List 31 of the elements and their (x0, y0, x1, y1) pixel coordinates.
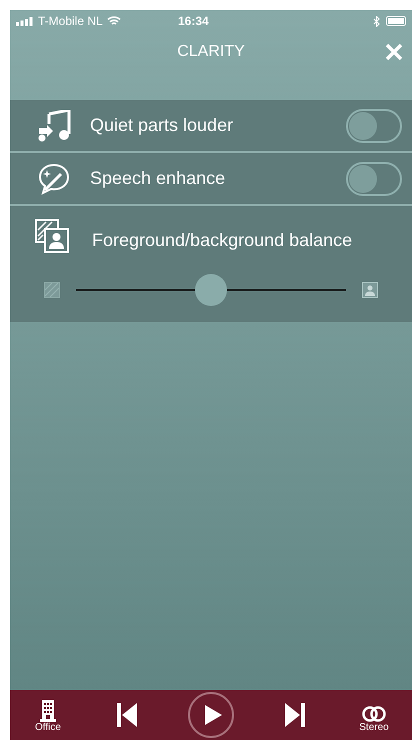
slider-thumb[interactable] (195, 274, 227, 306)
previous-button[interactable] (115, 701, 139, 729)
setting-label: Foreground/background balance (92, 228, 352, 252)
play-icon (204, 705, 222, 725)
setting-label: Quiet parts louder (90, 114, 234, 137)
setting-label: Speech enhance (90, 167, 226, 190)
tab-button[interactable]: Office (30, 696, 66, 734)
previous-track-icon (117, 703, 137, 727)
close-button[interactable] (384, 42, 404, 62)
person-icon (362, 282, 378, 298)
building-icon (40, 698, 56, 722)
background-icon (44, 282, 60, 298)
music-note-icon (37, 110, 71, 142)
wifi-icon (106, 16, 121, 26)
speech-wand-icon (37, 162, 71, 196)
portrait-layers-icon (34, 218, 70, 254)
carrier-name: T-Mobile NL (38, 13, 103, 30)
tab-button[interactable]: Stereo (356, 696, 392, 734)
next-button[interactable] (283, 701, 307, 729)
close-icon (385, 43, 403, 61)
play-button[interactable] (188, 692, 234, 738)
screen-title: CLARITY (177, 42, 245, 62)
balance-slider[interactable] (76, 274, 346, 306)
stereo-rings-icon (361, 706, 387, 722)
signal-icon (16, 16, 34, 26)
clock-time: 16:34 (178, 13, 209, 30)
battery-icon (386, 16, 406, 26)
toggle-switch[interactable] (346, 108, 402, 142)
toggle-switch[interactable] (346, 162, 402, 196)
next-track-icon (285, 703, 305, 727)
bluetooth-icon (373, 16, 380, 26)
